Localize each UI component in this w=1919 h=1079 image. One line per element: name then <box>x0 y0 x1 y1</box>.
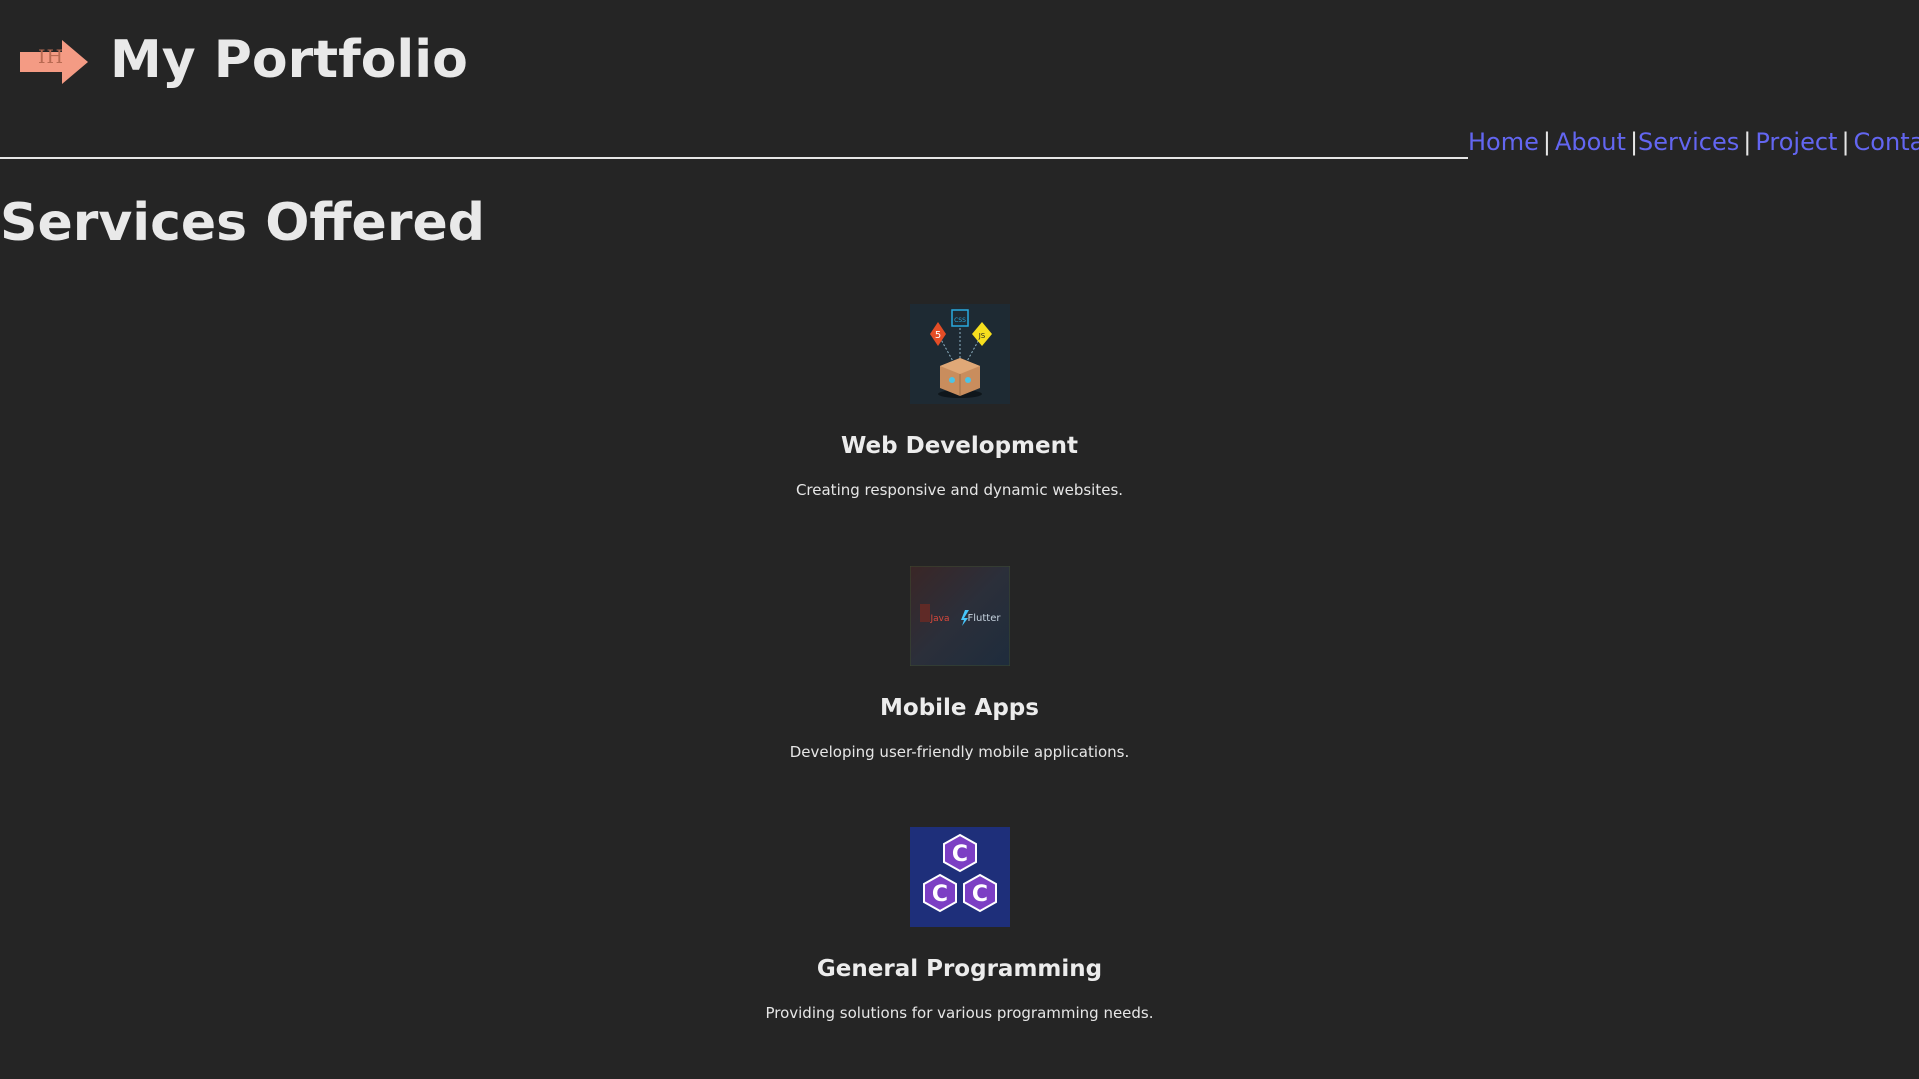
service-description: Providing solutions for various programm… <box>765 1004 1154 1022</box>
service-description: Developing user-friendly mobile applicat… <box>789 743 1130 761</box>
service-card-mobile-apps: Java Flutter Mobile Apps Developing user… <box>0 566 1919 761</box>
svg-text:5: 5 <box>934 330 940 341</box>
nav-about-link[interactable]: About <box>1555 128 1626 156</box>
site-title: My Portfolio <box>110 30 468 90</box>
nav-separator: | <box>1629 128 1639 156</box>
service-card-web-development: 5 CSS JS Web Development Creating respon… <box>0 304 1919 499</box>
service-card-general-programming: C C C General Programming Providing solu… <box>0 827 1919 1022</box>
header-divider <box>0 157 1468 159</box>
java-flutter-icon: Java Flutter <box>909 566 1010 666</box>
cpp-label: C <box>931 882 947 907</box>
service-title: General Programming <box>816 956 1103 982</box>
nav-separator: | <box>1542 128 1551 156</box>
logo-text: IH <box>38 46 65 68</box>
nav-separator: | <box>1841 128 1850 156</box>
nav-home-link[interactable]: Home <box>1468 128 1539 156</box>
page: IH My Portfolio Home | About |Services | Proj… <box>0 0 1919 1079</box>
service-description: Creating responsive and dynamic websites… <box>795 481 1124 499</box>
csharp-label: C <box>971 882 987 907</box>
java-label: Java <box>929 614 949 624</box>
main-nav: Home|About|Services|Project|Contact <box>1468 128 1919 156</box>
nav-contact-link[interactable]: Contact <box>1854 128 1919 156</box>
service-title: Web Development <box>841 433 1078 459</box>
svg-text:CSS: CSS <box>954 317 966 324</box>
nav-project-link[interactable]: Project <box>1755 128 1837 156</box>
service-title: Mobile Apps <box>880 695 1039 721</box>
c-label: C <box>951 842 967 867</box>
nav-separator: | <box>1743 128 1752 156</box>
section-title: Services Offered <box>0 193 485 253</box>
svg-text:JS: JS <box>977 332 985 340</box>
nav-services-link[interactable]: Services <box>1638 128 1739 156</box>
flutter-label: Flutter <box>967 613 1001 624</box>
c-languages-icon: C C C <box>909 827 1010 927</box>
logo-arrow-icon[interactable]: IH <box>20 40 90 84</box>
web-dev-box-icon: 5 CSS JS <box>909 304 1010 404</box>
